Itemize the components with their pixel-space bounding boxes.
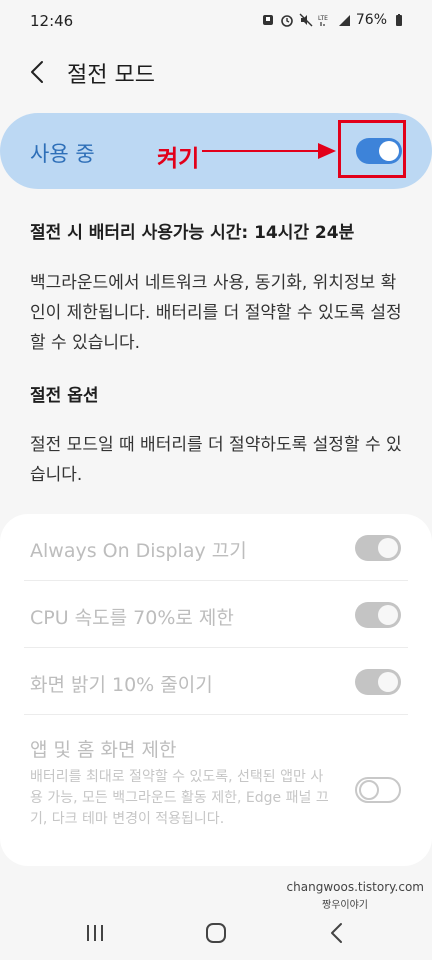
watermark-url: changwoos.tistory.com [286,880,424,894]
toggle-knob [378,605,398,625]
mute-icon [299,13,313,27]
annotation-label: 켜기 [157,146,200,172]
option-label: CPU 속도를 70%로 제한 [30,607,234,629]
options-card: Always On Display 끄기 CPU 속도를 70%로 제한 화면 … [0,514,432,866]
status-time: 12:46 [30,12,74,30]
back-button[interactable] [22,56,54,88]
recent-apps-button[interactable] [82,920,108,946]
app-header: 절전 모드 [0,44,432,102]
battery-icon [392,13,406,27]
options-section-title: 절전 옵션 [30,386,99,406]
option-description: 배터리를 최대로 절약할 수 있도록, 선택된 앱만 사용 가능, 모든 백그라… [30,769,329,827]
home-icon [206,923,226,943]
recent-apps-icon [87,925,103,941]
back-icon [31,61,43,83]
option-toggle-app-limit [355,777,401,803]
toggle-knob [359,780,379,800]
alarm-icon [280,13,294,27]
battery-percent: 76% [355,12,387,28]
option-label: Always On Display 끄기 [30,540,247,562]
back-nav-button[interactable] [324,920,350,946]
toggle-knob [378,672,398,692]
home-button[interactable] [203,920,229,946]
master-switch-label: 사용 중 [30,142,95,166]
option-toggle-brightness [355,669,401,695]
toggle-knob [378,538,398,558]
lte-icon: LTE [318,13,332,27]
battery-estimate: 절전 시 배터리 사용가능 시간: 14시간 24분 [30,223,355,243]
option-row-cpu: CPU 속도를 70%로 제한 [0,581,432,648]
option-row-app-limit: 앱 및 홈 화면 제한 배터리를 최대로 절약할 수 있도록, 선택된 앱만 사… [0,715,432,855]
signal-icon [337,13,351,27]
mode-description: 백그라운드에서 네트워크 사용, 동기화, 위치정보 확인이 제한됩니다. 배터… [30,273,402,353]
page-title: 절전 모드 [67,63,155,88]
option-row-aod: Always On Display 끄기 [0,514,432,581]
navigation-bar [0,904,432,960]
options-section-description: 절전 모드일 때 배터리를 더 절약하도록 설정할 수 있습니다. [30,435,402,485]
status-bar: 12:46 LTE 76% [0,0,432,44]
option-toggle-aod [355,535,401,561]
option-label: 앱 및 홈 화면 제한 [30,739,177,761]
svg-text:LTE: LTE [318,15,328,22]
option-label: 화면 밝기 10% 줄이기 [30,674,213,696]
annotation-highlight-box [338,120,406,178]
option-toggle-cpu [355,602,401,628]
back-nav-icon [331,923,342,943]
status-icons: LTE 76% [261,12,406,28]
annotation-arrow-icon [202,143,336,159]
option-row-brightness: 화면 밝기 10% 줄이기 [0,648,432,715]
notification-icon [261,13,275,27]
